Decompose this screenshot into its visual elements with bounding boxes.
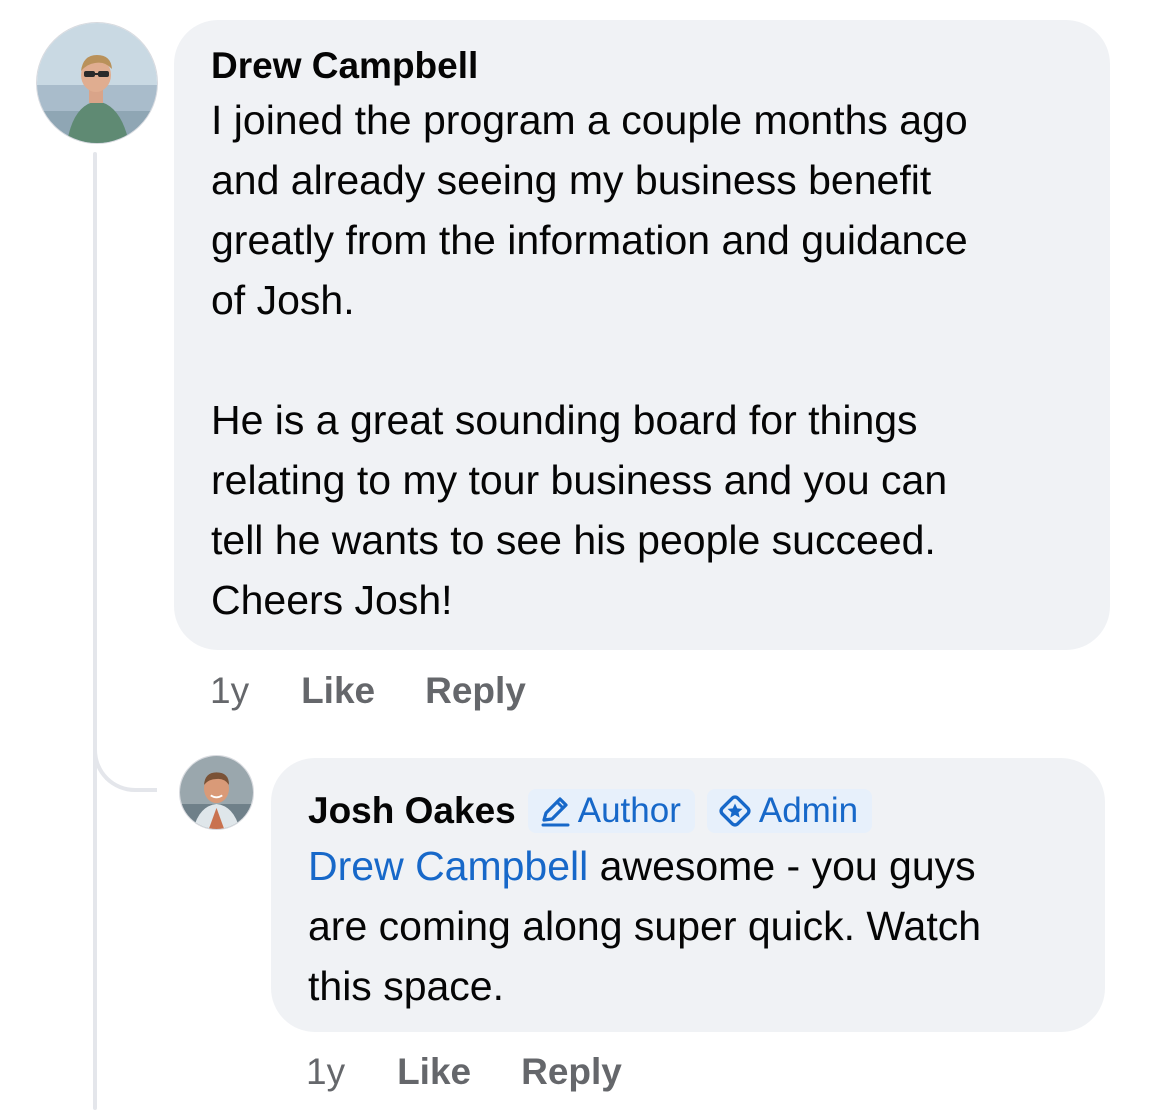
comment-author-name[interactable]: Drew Campbell	[211, 42, 1080, 90]
comment-line: of Josh.	[211, 277, 355, 323]
reply-header: Josh Oakes Author Admin	[308, 786, 1075, 836]
like-button[interactable]: Like	[301, 670, 375, 712]
avatar-photo	[37, 23, 157, 143]
comment-thread: Drew Campbell I joined the program a cou…	[0, 0, 1170, 1110]
avatar-photo	[180, 756, 253, 829]
admin-badge: Admin	[706, 789, 873, 833]
comment-timestamp[interactable]: 1y	[210, 670, 249, 712]
reply-actions: 1y Like Reply	[306, 1049, 622, 1095]
mention-link[interactable]: Drew Campbell	[308, 843, 588, 889]
comment-line: He is a great sounding board for things	[211, 397, 918, 443]
avatar-drew-campbell[interactable]	[36, 22, 158, 144]
thread-connector-line	[93, 152, 97, 1110]
comment-line: relating to my tour business and you can	[211, 457, 948, 503]
comment-line: Cheers Josh!	[211, 577, 453, 623]
reply-line: are coming along super quick. Watch	[308, 903, 982, 949]
reply-connector-curve	[93, 700, 157, 792]
pencil-icon	[541, 797, 570, 827]
author-badge-label: Author	[577, 791, 681, 830]
reply-line: this space.	[308, 963, 504, 1009]
reply-timestamp[interactable]: 1y	[306, 1051, 345, 1093]
comment-line: I joined the program a couple months ago	[211, 97, 968, 143]
reply-button[interactable]: Reply	[425, 670, 526, 712]
like-button[interactable]: Like	[397, 1051, 471, 1093]
admin-badge-label: Admin	[758, 791, 859, 830]
reply-bubble: Josh Oakes Author Admin Drew Campbell aw…	[271, 758, 1105, 1032]
reply-button[interactable]: Reply	[521, 1051, 622, 1093]
comment-line: tell he wants to see his people succeed.	[211, 517, 936, 563]
reply-line-text: awesome - you guys	[588, 843, 976, 889]
comment-line: greatly from the information and guidanc…	[211, 217, 968, 263]
reply-author-name[interactable]: Josh Oakes	[308, 787, 516, 835]
avatar-josh-oakes[interactable]	[179, 755, 254, 830]
comment-line: and already seeing my business benefit	[211, 157, 932, 203]
author-badge: Author	[527, 789, 695, 833]
comment-actions: 1y Like Reply	[210, 668, 526, 714]
comment-bubble: Drew Campbell I joined the program a cou…	[174, 20, 1110, 650]
admin-star-icon	[719, 795, 751, 827]
reply-line: Drew Campbell awesome - you guys	[308, 836, 1075, 896]
